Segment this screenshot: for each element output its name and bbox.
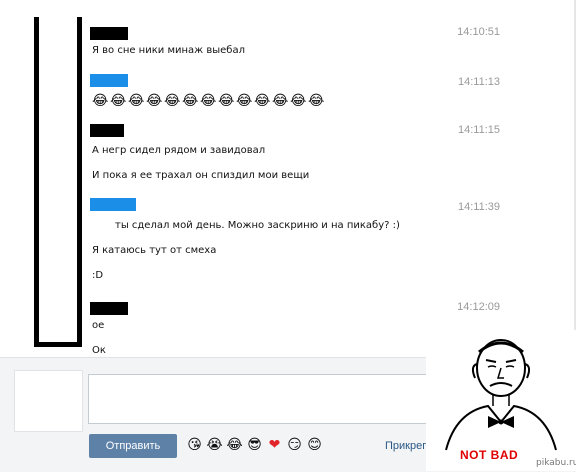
avatar: [14, 370, 83, 432]
message-time: 14:11:15: [457, 124, 500, 136]
message-time: 14:11:39: [457, 201, 500, 213]
laugh-icon: 😂: [92, 93, 109, 109]
message-text: :D: [92, 270, 104, 281]
laugh-icon: 😂: [236, 93, 253, 109]
message-text: Ок: [92, 345, 106, 356]
laugh-icon: 😂: [164, 93, 181, 109]
cry-icon[interactable]: 😭: [206, 437, 223, 454]
message-text: И пока я ее трахал он спиздил мои вещи: [92, 170, 310, 181]
message-time: 14:10:51: [457, 26, 500, 38]
laugh-icon[interactable]: 😂: [226, 437, 243, 454]
emoji-bar: 😘 😭 😂 😎 ❤ 😏 😊: [186, 437, 323, 454]
message-text: Я во сне ники минаж выебал: [92, 45, 245, 56]
redacted-name: [90, 74, 128, 87]
message-text: Я катаюсь тут от смеха: [92, 245, 217, 256]
send-button[interactable]: Отправить: [89, 434, 177, 458]
watermark: pikabu.ru: [536, 458, 576, 468]
redacted-name: [90, 124, 124, 137]
emoji-row: 😂 😂 😂 😂 😂 😂 😂 😂 😂 😂 😂 😂 😂: [92, 93, 324, 109]
redacted-name: [90, 27, 128, 40]
bracket-bottom: [34, 342, 82, 347]
message-text: А негр сидел рядом и завидовал: [92, 145, 266, 156]
laugh-icon: 😂: [182, 93, 199, 109]
laugh-icon: 😂: [272, 93, 289, 109]
message-time: 14:12:09: [457, 301, 500, 313]
blush-wink-icon[interactable]: 😘: [186, 437, 203, 454]
redacted-name: [90, 198, 136, 211]
bracket-right: [77, 17, 82, 347]
laugh-icon: 😂: [308, 93, 325, 109]
message-text: ое: [92, 320, 105, 331]
laugh-icon: 😂: [146, 93, 163, 109]
meme-caption: NOT BAD: [460, 448, 519, 462]
laugh-icon: 😂: [290, 93, 307, 109]
bracket-left: [34, 17, 39, 347]
laugh-icon: 😂: [200, 93, 217, 109]
message-text: ты сделал мой день. Можно заскриню и на …: [115, 220, 400, 231]
laugh-icon: 😂: [128, 93, 145, 109]
heart-icon[interactable]: ❤: [266, 437, 283, 454]
laugh-icon: 😂: [110, 93, 127, 109]
redacted-name: [90, 302, 128, 315]
message-time: 14:11:13: [457, 76, 500, 88]
sunglasses-icon[interactable]: 😎: [246, 437, 263, 454]
laugh-icon: 😂: [254, 93, 271, 109]
laugh-icon: 😂: [218, 93, 235, 109]
smirk-icon[interactable]: 😏: [286, 437, 303, 454]
smile-icon[interactable]: 😊: [306, 437, 323, 454]
